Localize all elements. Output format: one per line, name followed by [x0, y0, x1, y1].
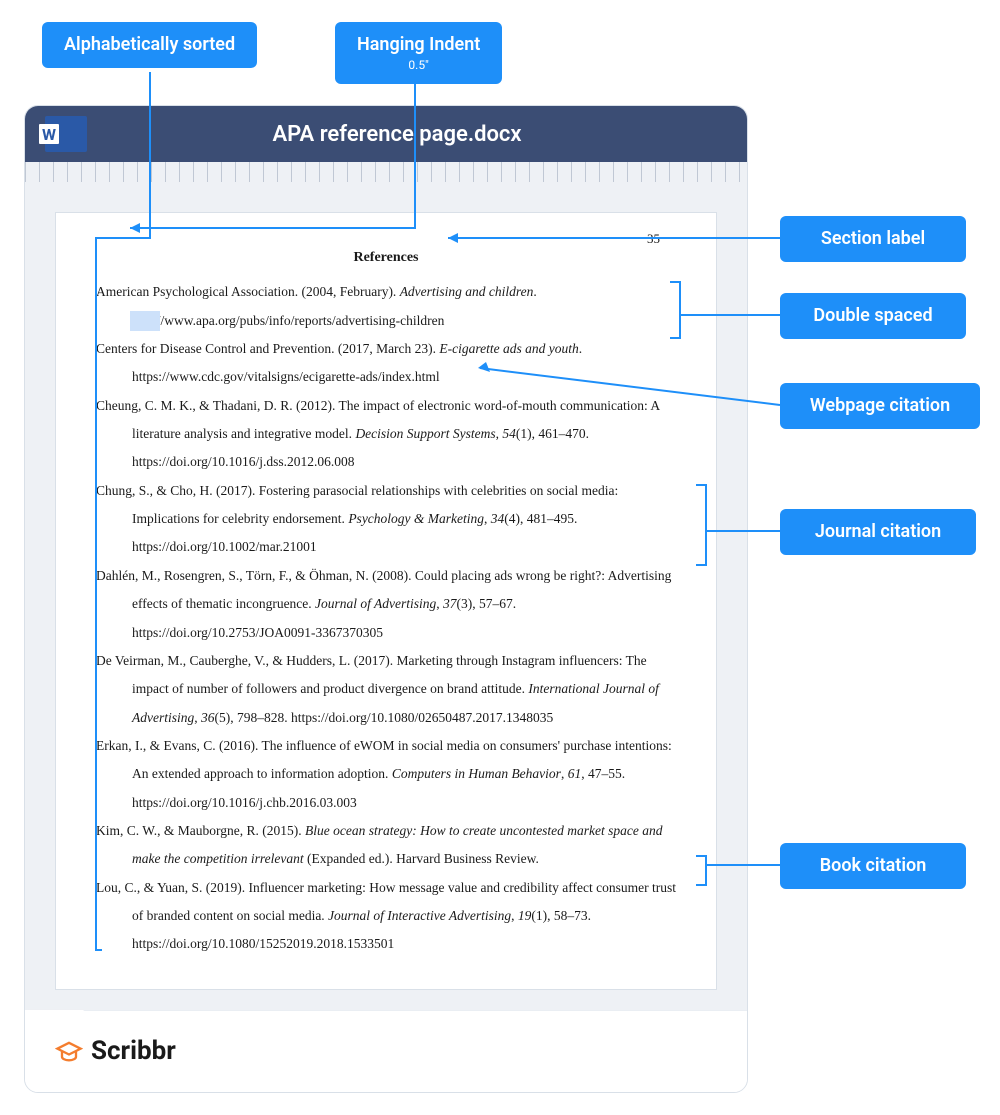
- word-icon: [45, 116, 87, 152]
- label-hanging-indent: Hanging Indent 0.5": [335, 22, 502, 84]
- label-hanging-indent-text: Hanging Indent: [357, 34, 480, 55]
- page: 35 References American Psychological Ass…: [55, 212, 717, 990]
- reference-item: Lou, C., & Yuan, S. (2019). Influencer m…: [96, 874, 676, 959]
- reference-item: Cheung, C. M. K., & Thadani, D. R. (2012…: [96, 392, 676, 477]
- page-number: 35: [647, 225, 660, 252]
- reference-item: Chung, S., & Cho, H. (2017). Fostering p…: [96, 477, 676, 562]
- label-book-citation: Book citation: [780, 843, 966, 889]
- reference-item: Kim, C. W., & Mauborgne, R. (2015). Blue…: [96, 817, 676, 874]
- label-section: Section label: [780, 216, 966, 262]
- reference-item: Centers for Disease Control and Preventi…: [96, 335, 676, 392]
- label-double-spaced: Double spaced: [780, 293, 966, 339]
- graduation-cap-icon: [55, 1037, 83, 1065]
- page-area: 35 References American Psychological Ass…: [25, 182, 747, 1010]
- reference-item: Erkan, I., & Evans, C. (2016). The influ…: [96, 732, 676, 817]
- document-container: APA reference page.docx 35 References Am…: [24, 105, 748, 1093]
- reference-item: Dahlén, M., Rosengren, S., Törn, F., & Ö…: [96, 562, 676, 647]
- brand-name: Scribbr: [91, 1036, 176, 1066]
- label-journal-citation: Journal citation: [780, 509, 976, 555]
- scribbr-logo: Scribbr: [55, 1036, 176, 1066]
- references-heading: References: [96, 243, 676, 272]
- reference-item: De Veirman, M., Cauberghe, V., & Hudders…: [96, 647, 676, 732]
- label-webpage-citation: Webpage citation: [780, 383, 980, 429]
- indent-highlight: [130, 311, 160, 331]
- document-filename: APA reference page.docx: [87, 122, 707, 147]
- label-hanging-indent-sub: 0.5": [357, 58, 480, 72]
- label-alphabetical: Alphabetically sorted: [42, 22, 257, 68]
- footer: Scribbr: [25, 1010, 747, 1092]
- document-header: APA reference page.docx: [25, 106, 747, 162]
- reference-item: American Psychological Association. (200…: [96, 278, 676, 335]
- ruler: [25, 162, 747, 182]
